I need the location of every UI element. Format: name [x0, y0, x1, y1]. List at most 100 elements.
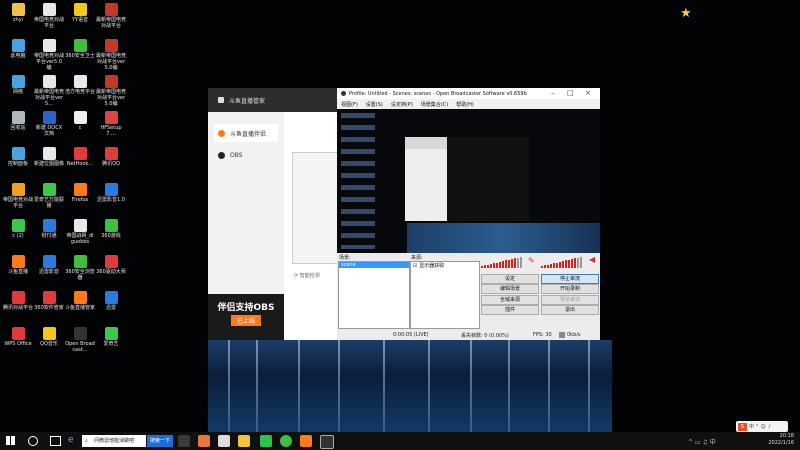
douyu-taskbar-icon[interactable] — [198, 435, 210, 447]
source-item[interactable]: ☑ 显示器获取 — [411, 262, 479, 269]
desktop-icon[interactable]: Firefox — [65, 183, 95, 203]
douyu-live-taskbar-icon[interactable] — [300, 435, 312, 447]
desktop-icon-label: HFSetup7.... — [100, 125, 122, 137]
settings-button[interactable]: 设定 — [481, 274, 539, 284]
menu-help[interactable]: 帮助(H) — [456, 101, 474, 108]
douyu-nav-obs[interactable]: OBS — [214, 146, 278, 164]
desktop-icon[interactable]: 最新帝国电竞对战平台ver5.0编 — [96, 75, 126, 107]
desktop-icon[interactable]: 360安全浏览器 — [65, 255, 95, 281]
douyu-obs-thumbnail — [292, 152, 340, 264]
desktop-icon[interactable]: 最新帝国电竞对战平台ver5.0编 — [96, 39, 126, 71]
cortana-icon[interactable] — [28, 436, 38, 446]
desktop-icon-label: 360软件管家 — [34, 305, 64, 311]
desktop-icon-label: 帝国电竞对战平台ver5.0编 — [34, 53, 65, 71]
desktop-icon[interactable]: 新建位图图像 — [34, 147, 64, 167]
task-view-icon[interactable] — [50, 436, 61, 446]
desktop-icon[interactable]: 迅雷影音 — [34, 255, 64, 275]
desktop-icon[interactable]: WPS Office — [3, 327, 33, 347]
menu-settings[interactable]: 设置(S) — [366, 101, 383, 108]
taskbar-clock[interactable]: 20:18 2022/1/16 — [768, 433, 794, 447]
maximize-icon[interactable]: □ — [567, 88, 574, 99]
start-record-button[interactable]: 开始录制 — [541, 284, 599, 294]
desktop-icon[interactable]: 斗鱼直播管家 — [65, 291, 95, 311]
speaker-icon[interactable]: ◀ — [589, 255, 595, 264]
scene-item[interactable]: scene — [339, 262, 409, 268]
desktop-icon[interactable]: 腾讯QQ — [96, 147, 126, 167]
desktop-icon[interactable]: c (2) — [3, 219, 33, 239]
desktop-icon[interactable]: 迅雷影音1.0 — [96, 183, 126, 203]
desktop-icon[interactable]: 斗鱼直播 — [3, 255, 33, 275]
douyu-nav-companion[interactable]: 斗鱼直播伴侣 — [214, 124, 278, 142]
desktop-icon[interactable]: c — [65, 111, 95, 131]
microphone-icon[interactable]: ✎ — [528, 256, 535, 265]
close-icon[interactable]: × — [585, 88, 591, 99]
minimize-icon[interactable]: – — [551, 88, 555, 99]
desktop-icon[interactable]: 财付通 — [34, 219, 64, 239]
meter-bar — [517, 257, 519, 268]
obs-titlebar: Profile: Untitled - Scenes: scenes - Ope… — [337, 88, 600, 99]
desktop-icon-label: 最新帝国电竞对战平台 — [96, 17, 127, 29]
desktop-icon[interactable]: HFSetup7.... — [96, 111, 126, 137]
ime-mic-icon[interactable]: ♪ — [768, 424, 771, 430]
desktop-volume-meter — [481, 256, 522, 268]
desktop-icon[interactable]: 360软件管家 — [34, 291, 64, 311]
preview-stream-button[interactable]: 预览串流 — [541, 295, 599, 305]
desktop-icon[interactable]: 控制面板 — [3, 147, 33, 167]
desktop-icon[interactable]: 腾讯对战平台 — [3, 291, 33, 311]
sources-list[interactable]: ☑ 显示器获取 — [410, 261, 480, 329]
desktop-icon[interactable]: 回收站 — [3, 111, 33, 131]
desktop-icon[interactable]: 爱奇艺万能联播 — [34, 183, 64, 209]
desktop-icon[interactable]: zhyi — [3, 3, 33, 23]
douyu-logo-icon — [218, 97, 224, 103]
scenes-list[interactable]: scene — [338, 261, 410, 329]
menu-profile[interactable]: 设定档(P) — [391, 101, 413, 108]
douyu-help-link[interactable]: ⟳ 智能检测 — [294, 272, 320, 279]
app-icon — [73, 183, 87, 196]
desktop-icon[interactable]: 帝国战网_dlguobbs — [65, 219, 95, 245]
menu-scene-collection[interactable]: 场景集合(C) — [421, 101, 448, 108]
douyu-promo-banner[interactable]: 伴侣支持OBS 已上线 — [208, 294, 284, 340]
tray-icons[interactable]: ^ ▭ ♫ 中 — [688, 437, 716, 446]
360-browser-taskbar-icon[interactable] — [280, 435, 292, 447]
desktop-icon[interactable]: 爱奇艺 — [96, 327, 126, 347]
desktop-icon[interactable]: 最新帝国电竞对战平台 — [96, 3, 126, 29]
file-explorer-icon[interactable] — [238, 435, 250, 447]
windows-start-icon[interactable] — [6, 436, 15, 445]
desktop-icon[interactable]: NetHook... — [65, 147, 95, 167]
desktop-icon[interactable]: 帝国电竞对战平台 — [3, 183, 33, 209]
ie-icon[interactable]: e — [68, 435, 74, 445]
desktop-icon[interactable]: 新建 DOCX 文档 — [34, 111, 64, 137]
desktop-icon[interactable]: 网络 — [3, 75, 33, 95]
multitask-icon[interactable] — [178, 435, 190, 447]
stop-stream-button[interactable]: 停止串流 — [541, 274, 599, 284]
meter-bar — [496, 262, 498, 268]
desktop-icon[interactable]: 此电脑 — [3, 39, 33, 59]
desktop-icon[interactable]: 浩方电竞平台 — [65, 75, 95, 95]
ime-mode[interactable]: 中 — [749, 423, 754, 430]
desktop-icon[interactable]: 360安全卫士 — [65, 39, 95, 59]
iqiyi-taskbar-icon[interactable] — [260, 435, 272, 447]
ime-toolbar[interactable]: S 中 ° ☺ ♪ — [736, 421, 788, 432]
douyu-titlebar: 斗鱼直播管家 — [208, 88, 338, 112]
edit-scene-button[interactable]: 编辑场景 — [481, 284, 539, 294]
store-icon[interactable] — [218, 435, 230, 447]
exit-button[interactable]: 退出 — [541, 305, 599, 315]
desktop-icon[interactable]: 迅雷 — [96, 291, 126, 311]
desktop-icon[interactable]: 帝国电竞对战平台 — [34, 3, 64, 29]
desktop-icon[interactable]: Open Broadcast... — [65, 327, 95, 353]
obs-taskbar-icon[interactable] — [320, 435, 334, 449]
ime-emoji-icon[interactable]: ☺ — [761, 424, 766, 430]
desktop-icon[interactable]: 最新帝国电竞对战平台ver5... — [34, 75, 64, 107]
plugins-button[interactable]: 插件 — [481, 305, 539, 315]
global-sources-button[interactable]: 全域来源 — [481, 295, 539, 305]
desktop-icon[interactable]: 360驱动大师 — [96, 255, 126, 275]
desktop-icon[interactable]: QQ音乐 — [34, 327, 64, 347]
menu-view[interactable]: 视图(F) — [341, 101, 358, 108]
desktop-icon[interactable]: 360游戏 — [96, 219, 126, 239]
desktop-icon[interactable]: 帝国电竞对战平台ver5.0编 — [34, 39, 64, 71]
douyu-manager-window: 斗鱼直播管家 斗鱼直播伴侣 OBS 伴侣支持OBS 已上线 ⟳ 智能检测 — [208, 88, 340, 340]
ime-punctuation-icon[interactable]: ° — [756, 424, 759, 430]
desktop-icon[interactable]: YY语音 — [65, 3, 95, 23]
taskbar-search-button[interactable]: 搜索一下 — [147, 435, 173, 447]
taskbar-search-input[interactable]: ⌕ 问微滤他能消做吧 — [82, 435, 146, 447]
